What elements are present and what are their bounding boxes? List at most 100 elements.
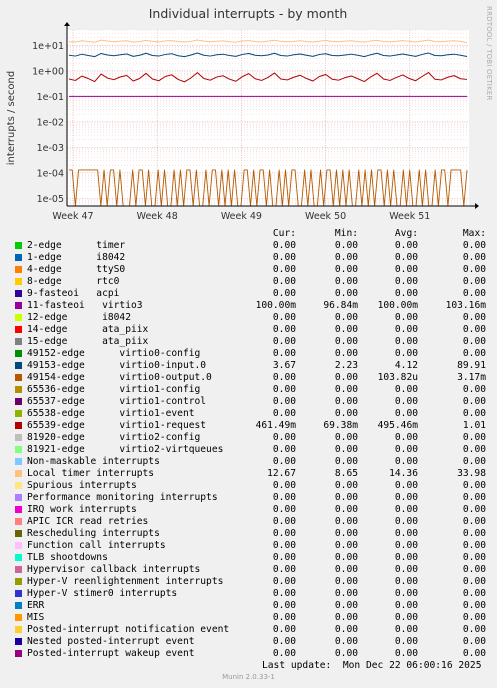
legend-cur: 0.00	[272, 312, 296, 323]
legend-avg: 0.00	[394, 588, 418, 599]
legend-min: 0.00	[334, 408, 358, 419]
legend-swatch	[15, 350, 22, 357]
y-tick-label: 1e-03	[37, 143, 64, 154]
legend-name: Hyper-V stimer0 interrupts	[27, 588, 178, 599]
legend-name: 2-edge timer	[27, 240, 126, 251]
legend-avg: 0.00	[394, 636, 418, 647]
legend-max: 0.00	[462, 432, 486, 443]
legend-avg: 0.00	[394, 456, 418, 467]
legend-avg: 0.00	[394, 336, 418, 347]
rrdtool-credit: RRDTOOL / TOBI OETIKER	[485, 6, 493, 101]
legend-swatch	[15, 314, 22, 321]
legend-avg: 0.00	[394, 240, 418, 251]
legend-avg: 0.00	[394, 264, 418, 275]
legend-row: MIS 0.00 0.00 0.00 0.00	[0, 612, 497, 624]
legend-swatch	[15, 506, 22, 513]
legend-swatch	[15, 470, 22, 477]
y-tick-labels: 1e+01 1e+00 1e-01 1e-02 1e-03 1e-04 1e-05	[32, 41, 64, 205]
legend-name: 1-edge i8042	[27, 252, 126, 263]
legend-min: 0.00	[334, 516, 358, 527]
legend-name: 4-edge ttyS0	[27, 264, 126, 275]
legend-max: 0.00	[462, 576, 486, 587]
legend-max: 0.00	[462, 336, 486, 347]
legend-max: 0.00	[462, 348, 486, 359]
legend-min: 0.00	[334, 564, 358, 575]
legend-name: 49152-edge virtio0-config	[27, 348, 201, 359]
legend-name: Posted-interrupt notification event	[27, 624, 230, 635]
legend-max: 0.00	[462, 528, 486, 539]
legend-max: 0.00	[462, 552, 486, 563]
legend-row: Posted-interrupt notification event 0.00 0…	[0, 624, 497, 636]
legend-min: 2.23	[334, 360, 358, 371]
legend-cur: 12.67	[267, 468, 296, 479]
legend-name: Non-maskable interrupts	[27, 456, 160, 467]
legend-row: Hyper-V stimer0 interrupts 0.00 0.00 0.00 0.…	[0, 588, 497, 600]
legend-name: Hyper-V reenlightenment interrupts	[27, 576, 224, 587]
legend-row: APIC ICR read retries 0.00 0.00 0.00 0.00	[0, 516, 497, 528]
y-axis-arrow	[64, 22, 70, 26]
legend-name: IRQ work interrupts	[27, 504, 137, 515]
legend-cur: 0.00	[272, 516, 296, 527]
legend-cur: 461.49m	[255, 420, 296, 431]
legend-swatch	[15, 554, 22, 561]
legend-name: 14-edge ata_piix	[27, 324, 149, 335]
legend-swatch	[15, 578, 22, 585]
legend-avg: 0.00	[394, 444, 418, 455]
legend-row: TLB shootdowns 0.00 0.00 0.00 0.00	[0, 552, 497, 564]
legend-min: 0.00	[334, 480, 358, 491]
legend-swatch	[15, 494, 22, 501]
legend-min: 0.00	[334, 528, 358, 539]
legend-swatch	[15, 374, 22, 381]
legend-row: 65539-edge virtio1-request 461.49m 69.38m 4…	[0, 420, 497, 432]
legend-max: 0.00	[462, 384, 486, 395]
legend-avg: 0.00	[394, 516, 418, 527]
legend-row: Hypervisor callback interrupts 0.00 0.00 0.…	[0, 564, 497, 576]
legend-min: 0.00	[334, 240, 358, 251]
legend-cur: 0.00	[272, 336, 296, 347]
legend-max: 0.00	[462, 444, 486, 455]
legend-row: IRQ work interrupts 0.00 0.00 0.00 0.00	[0, 504, 497, 516]
legend-row: 12-edge i8042 0.00 0.00 0.00 0.00	[0, 312, 497, 324]
legend-max: 0.00	[462, 480, 486, 491]
legend-avg: 0.00	[394, 504, 418, 515]
legend-name: ERR	[27, 600, 45, 611]
y-tick-label: 1e-01	[37, 92, 64, 103]
legend-avg: 4.12	[394, 360, 418, 371]
legend-row: 65538-edge virtio1-event 0.00 0.00 0.00 0.00	[0, 408, 497, 420]
legend-max: 0.00	[462, 492, 486, 503]
legend-row: 81921-edge virtio2-virtqueues 0.00 0.00 0.0…	[0, 444, 497, 456]
legend-row: 2-edge timer 0.00 0.00 0.00 0.00	[0, 240, 497, 252]
legend-avg: 0.00	[394, 324, 418, 335]
x-tick-labels: Week 47 Week 48 Week 49 Week 50 Week 51	[52, 211, 430, 222]
legend-cur: 0.00	[272, 600, 296, 611]
y-tick-label: 1e+01	[32, 41, 64, 52]
legend-name: 9-fasteoi acpi	[27, 288, 120, 299]
legend-min: 0.00	[334, 252, 358, 263]
y-tick-label: 1e-04	[37, 168, 64, 179]
legend-name: 49154-edge virtio0-output.0	[27, 372, 212, 383]
legend-min: 0.00	[334, 588, 358, 599]
y-tick-label: 1e-02	[37, 117, 64, 128]
legend-max: 0.00	[462, 312, 486, 323]
legend-avg: 0.00	[394, 384, 418, 395]
legend-avg: 100.00m	[377, 300, 418, 311]
legend-swatch	[15, 242, 22, 249]
legend-cur: 0.00	[272, 576, 296, 587]
y-tick-label: 1e-05	[37, 194, 64, 205]
legend-max: 0.00	[462, 324, 486, 335]
legend-row: Spurious interrupts 0.00 0.00 0.00 0.00	[0, 480, 497, 492]
chart-title: Individual interrupts - by month	[149, 6, 348, 21]
legend-swatch	[15, 542, 22, 549]
legend-row: 14-edge ata_piix 0.00 0.00 0.00 0.00	[0, 324, 497, 336]
legend-cur: 0.00	[272, 324, 296, 335]
legend-avg: 0.00	[394, 348, 418, 359]
legend-swatch	[15, 290, 22, 297]
legend-max: 0.00	[462, 288, 486, 299]
legend-max: 0.00	[462, 540, 486, 551]
legend-swatch	[15, 278, 22, 285]
legend-avg: 0.00	[394, 432, 418, 443]
legend-avg: 0.00	[394, 552, 418, 563]
x-axis-arrow	[475, 203, 479, 209]
legend-cur: 0.00	[272, 276, 296, 287]
legend-max: 0.00	[462, 396, 486, 407]
